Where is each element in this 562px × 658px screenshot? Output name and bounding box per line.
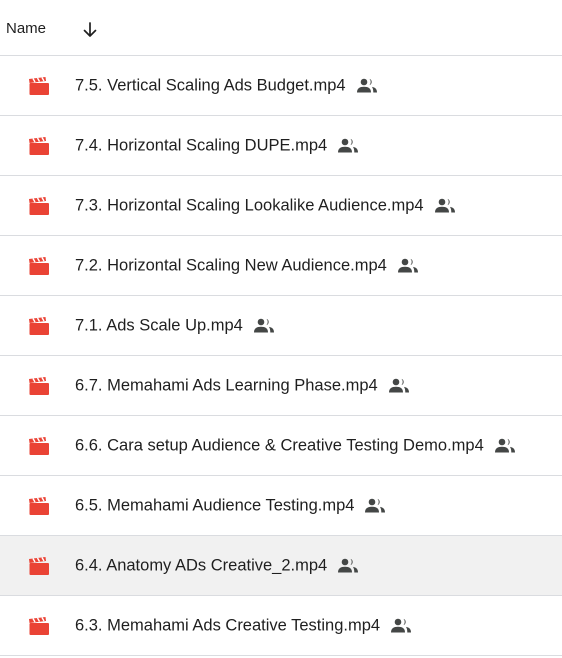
file-name-text: 7.2. Horizontal Scaling New Audience.mp4 [75, 256, 387, 274]
file-name-text: 7.5. Vertical Scaling Ads Budget.mp4 [75, 76, 346, 94]
file-name-text: 7.4. Horizontal Scaling DUPE.mp4 [75, 136, 328, 154]
shared-people-icon [397, 258, 419, 274]
file-name[interactable]: 6.4. Anatomy ADs Creative_2.mp4 [75, 556, 359, 575]
video-file-icon [28, 376, 50, 396]
file-name[interactable]: 7.3. Horizontal Scaling Lookalike Audien… [75, 196, 456, 215]
file-name[interactable]: 6.6. Cara setup Audience & Creative Test… [75, 436, 516, 455]
video-file-icon [28, 616, 50, 636]
file-name[interactable]: 7.2. Horizontal Scaling New Audience.mp4 [75, 256, 419, 275]
video-file-icon [28, 496, 50, 516]
file-row[interactable]: 7.1. Ads Scale Up.mp4 [0, 296, 562, 356]
file-name-text: 7.3. Horizontal Scaling Lookalike Audien… [75, 196, 424, 214]
file-row[interactable]: 7.3. Horizontal Scaling Lookalike Audien… [0, 176, 562, 236]
video-file-icon [28, 136, 50, 156]
file-list-header: Name [0, 0, 562, 56]
video-file-icon [28, 196, 50, 216]
file-row[interactable]: 6.7. Memahami Ads Learning Phase.mp4 [0, 356, 562, 416]
shared-people-icon [434, 198, 456, 214]
video-file-icon [28, 556, 50, 576]
file-list: 7.5. Vertical Scaling Ads Budget.mp4 7.4.… [0, 56, 562, 656]
video-file-icon [28, 436, 50, 456]
file-row[interactable]: 7.5. Vertical Scaling Ads Budget.mp4 [0, 56, 562, 116]
video-file-icon [28, 76, 50, 96]
video-file-icon [28, 316, 50, 336]
shared-people-icon [388, 378, 410, 394]
name-column-header[interactable]: Name [6, 20, 46, 37]
file-row[interactable]: 7.2. Horizontal Scaling New Audience.mp4 [0, 236, 562, 296]
file-name-text: 6.4. Anatomy ADs Creative_2.mp4 [75, 556, 328, 574]
shared-people-icon [337, 558, 359, 574]
file-row[interactable]: 6.3. Memahami Ads Creative Testing.mp4 [0, 596, 562, 656]
file-name[interactable]: 6.7. Memahami Ads Learning Phase.mp4 [75, 376, 410, 395]
shared-people-icon [356, 78, 378, 94]
video-file-icon [28, 256, 50, 276]
file-name[interactable]: 7.4. Horizontal Scaling DUPE.mp4 [75, 136, 359, 155]
file-name-text: 6.5. Memahami Audience Testing.mp4 [75, 496, 355, 514]
shared-people-icon [390, 618, 412, 634]
shared-people-icon [253, 318, 275, 334]
file-name-text: 6.7. Memahami Ads Learning Phase.mp4 [75, 376, 378, 394]
file-name[interactable]: 7.5. Vertical Scaling Ads Budget.mp4 [75, 76, 378, 95]
file-row[interactable]: 6.4. Anatomy ADs Creative_2.mp4 [0, 536, 562, 596]
file-name[interactable]: 6.3. Memahami Ads Creative Testing.mp4 [75, 616, 412, 635]
file-row[interactable]: 6.5. Memahami Audience Testing.mp4 [0, 476, 562, 536]
shared-people-icon [337, 138, 359, 154]
file-name[interactable]: 7.1. Ads Scale Up.mp4 [75, 316, 275, 335]
shared-people-icon [364, 498, 386, 514]
shared-people-icon [494, 438, 516, 454]
file-row[interactable]: 7.4. Horizontal Scaling DUPE.mp4 [0, 116, 562, 176]
file-name-text: 7.1. Ads Scale Up.mp4 [75, 316, 243, 334]
file-name-text: 6.3. Memahami Ads Creative Testing.mp4 [75, 616, 381, 634]
file-row[interactable]: 6.6. Cara setup Audience & Creative Test… [0, 416, 562, 476]
file-name[interactable]: 6.5. Memahami Audience Testing.mp4 [75, 496, 386, 515]
arrow-down-icon[interactable] [80, 20, 100, 40]
file-name-text: 6.6. Cara setup Audience & Creative Test… [75, 436, 484, 454]
